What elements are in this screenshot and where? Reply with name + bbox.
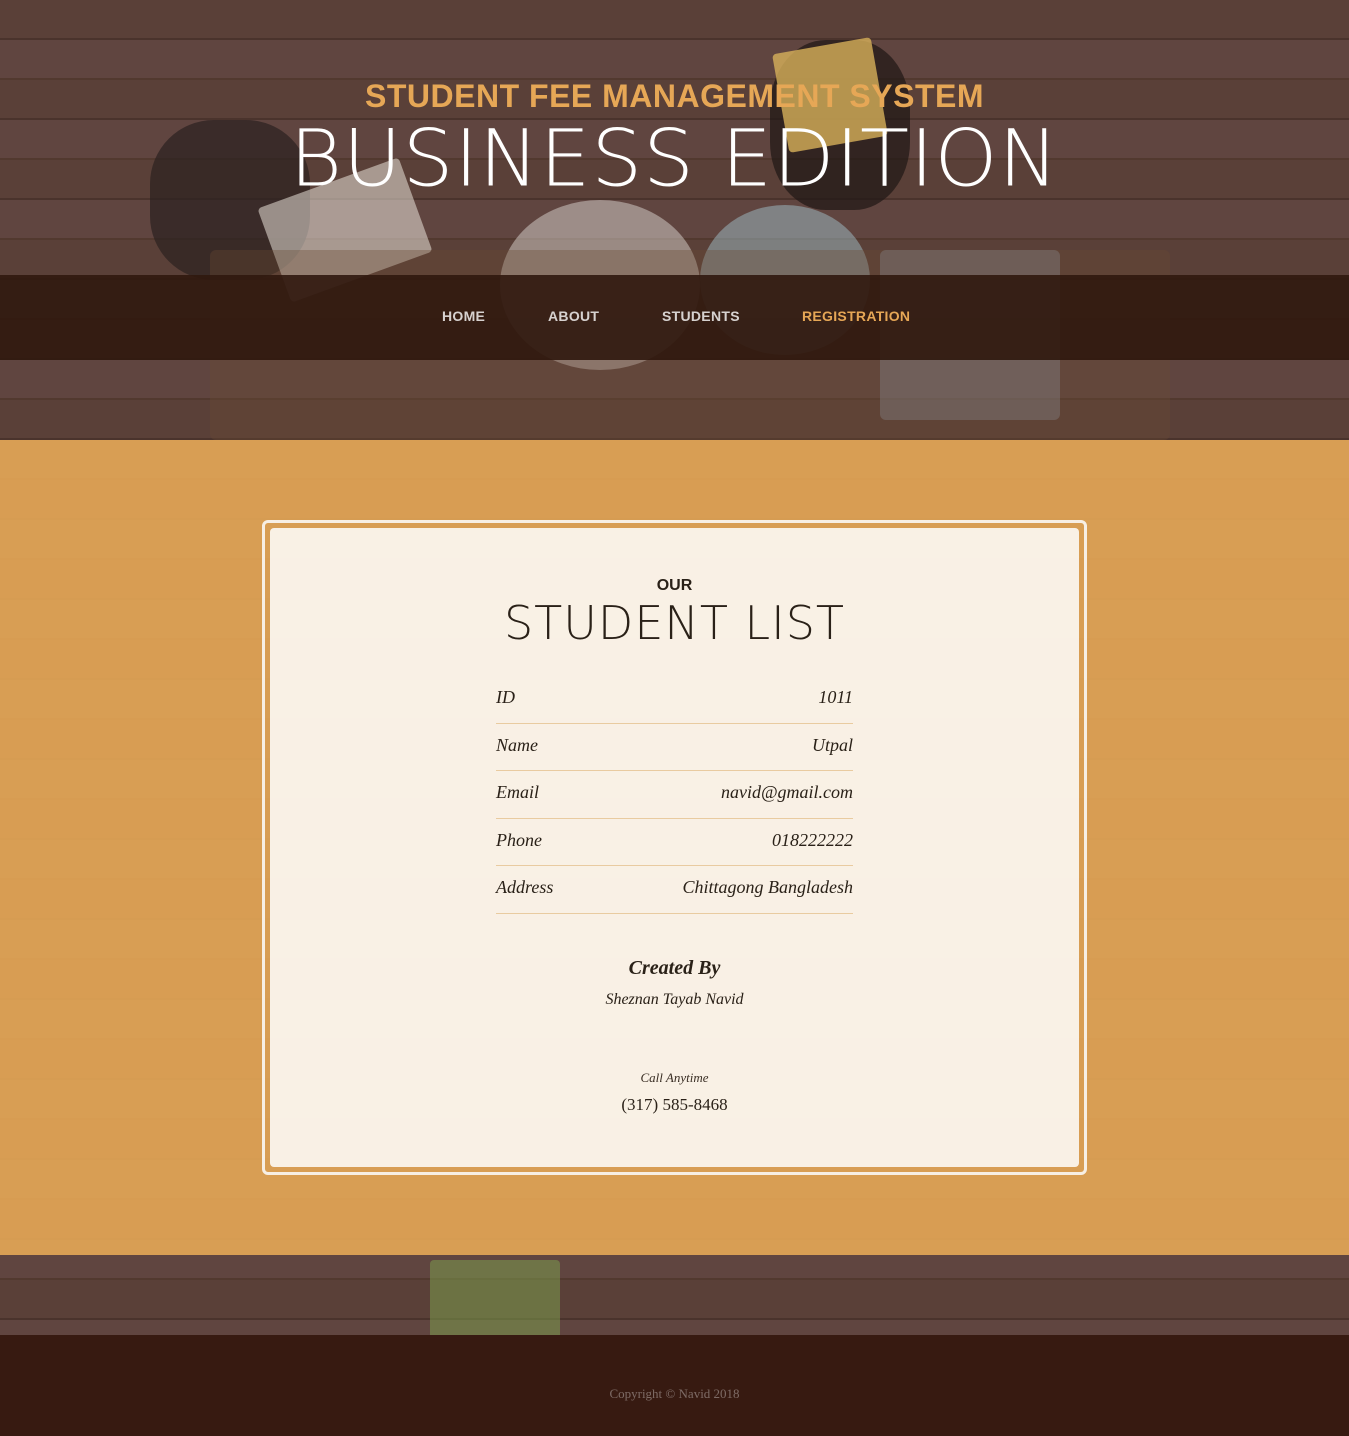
- site-heading-lower: Business Edition: [289, 112, 1060, 205]
- created-by-name: Sheznan Tayab Navid: [605, 991, 744, 1008]
- footer-photo-strip: [0, 1255, 1349, 1335]
- section-heading-upper: Our: [656, 577, 693, 594]
- info-value: Chittagong Bangladesh: [682, 877, 854, 897]
- info-label: ID: [496, 687, 515, 707]
- info-value: Utpal: [811, 734, 853, 755]
- nav-item-students[interactable]: Students: [662, 308, 740, 324]
- info-label: Address: [496, 877, 554, 897]
- info-row-id: ID 1011: [496, 676, 853, 724]
- info-label: Email: [496, 782, 539, 802]
- phone-number: (317) 585-8468: [621, 1095, 728, 1114]
- info-row-address: Address Chittagong Bangladesh: [496, 866, 853, 914]
- nav-item-registration[interactable]: Registration: [802, 308, 910, 324]
- header-photo-strip: [0, 360, 1349, 440]
- site-header: Student Fee Management System Business E…: [0, 0, 1349, 275]
- nav-list: Home About Students Registration: [0, 275, 1349, 360]
- info-value: 018222222: [772, 829, 853, 850]
- info-label: Name: [496, 734, 538, 755]
- nav-item-about[interactable]: About: [548, 308, 599, 324]
- site-heading-upper: Student Fee Management System: [365, 78, 984, 114]
- info-value: navid@gmail.com: [720, 782, 853, 802]
- info-row-phone: Phone 018222222: [496, 819, 853, 866]
- info-value: 1011: [818, 687, 853, 707]
- info-row-email: Email navid@gmail.com: [496, 771, 853, 819]
- copyright-text: Copyright © Navid 2018: [609, 1386, 740, 1401]
- navbar: Home About Students Registration: [0, 275, 1349, 360]
- info-label: Phone: [496, 829, 542, 850]
- section-heading-lower: Student List: [503, 596, 846, 650]
- created-by-title: Created By: [628, 957, 721, 979]
- call-anytime-label: Call Anytime: [640, 1070, 709, 1085]
- student-info-list: ID 1011 Name Utpal Email navid@gmail.com…: [496, 676, 853, 914]
- nav-item-home[interactable]: Home: [442, 308, 485, 324]
- info-row-name: Name Utpal: [496, 724, 853, 771]
